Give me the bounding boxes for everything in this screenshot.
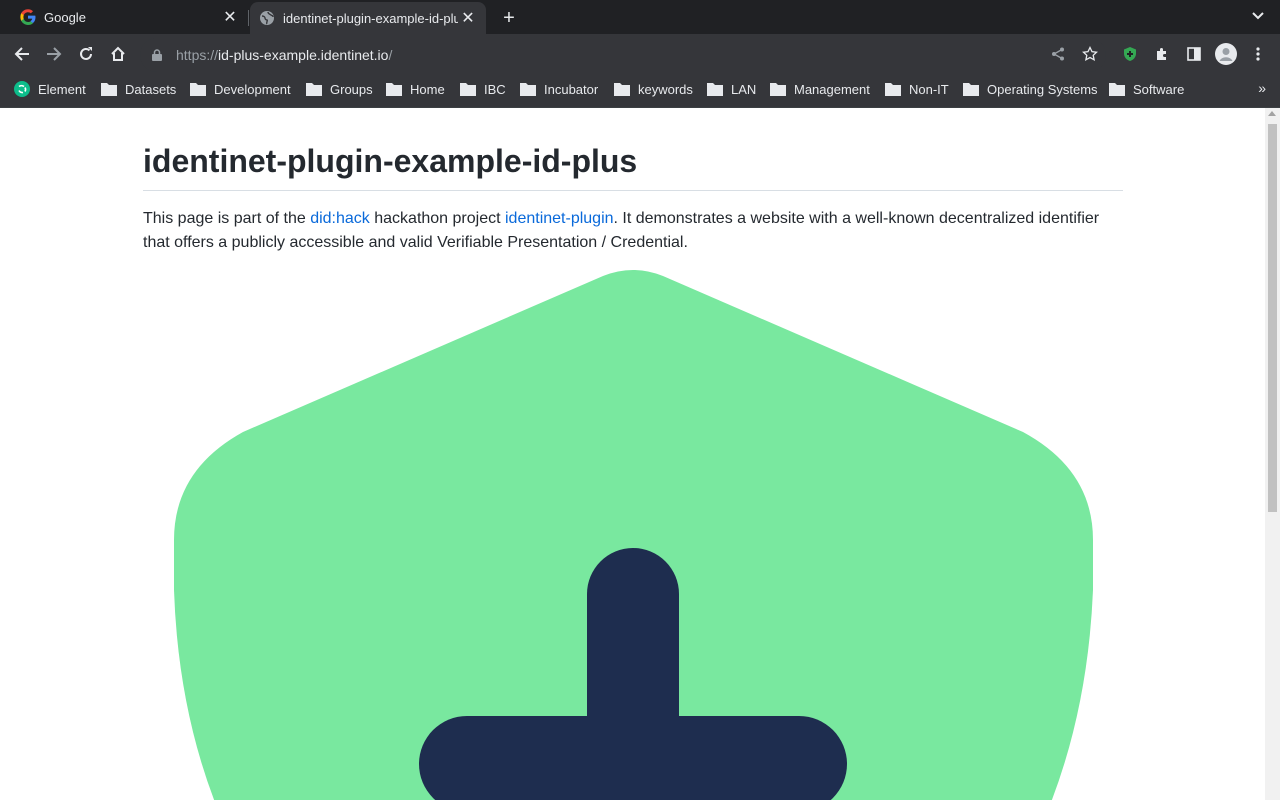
bookmark-label: Home [410,81,445,97]
close-tab-icon[interactable]: ✕ [458,8,478,28]
bookmark-label: Management [794,81,870,97]
bookmark-label: keywords [638,81,693,97]
bookmark-folder-incubator[interactable]: Incubator [520,74,598,104]
folder-icon [520,81,536,97]
intro-paragraph: This page is part of the did:hack hackat… [143,207,1123,255]
back-arrow-icon[interactable] [10,42,34,66]
page-viewport: identinet-plugin-example-id-plus This pa… [0,108,1265,800]
home-icon[interactable] [106,42,130,66]
bookmark-label: Non-IT [909,81,949,97]
folder-icon [386,81,402,97]
bookmark-label: Development [214,81,291,97]
bookmark-label: Incubator [544,81,599,97]
folder-icon [101,81,117,97]
profile-avatar-icon[interactable] [1214,42,1238,66]
intro-text: This page is part of the [143,210,311,227]
toolbar: https://id-plus-example.identinet.io/ [0,34,1280,74]
tab-identinet[interactable]: identinet-plugin-example-id-plus ✕ [250,2,486,34]
bookmark-label: Software [1133,81,1185,97]
more-bookmarks-chevron-icon[interactable]: » [1258,80,1266,96]
google-favicon-icon [20,9,36,25]
bookmark-folder-operating-systems[interactable]: Operating Systems [963,74,1098,104]
folder-icon [460,81,476,97]
reload-icon[interactable] [74,42,98,66]
folder-icon [963,81,979,97]
bookmark-label: Element [38,81,86,97]
new-tab-icon[interactable]: + [497,6,521,30]
bookmark-label: LAN [731,81,757,97]
lock-icon[interactable] [152,49,166,61]
id-plus-logo [143,270,1123,800]
heading-divider [143,190,1123,191]
bookmarks-bar: Element Datasets Development Groups Home… [0,74,1280,108]
share-icon[interactable] [1046,42,1070,66]
folder-icon [190,81,206,97]
bookmark-folder-groups[interactable]: Groups [306,74,373,104]
bookmark-folder-datasets[interactable]: Datasets [101,74,176,104]
globe-icon [259,10,275,26]
didhack-link[interactable]: did:hack [310,210,370,227]
shield-extension-icon[interactable] [1118,42,1142,66]
folder-icon [614,81,630,97]
bookmark-folder-lan[interactable]: LAN [707,74,756,104]
tab-google[interactable]: Google ✕ [8,0,248,34]
bookmark-label: IBC [484,81,506,97]
bookmark-label: Groups [330,81,373,97]
bookmark-folder-ibc[interactable]: IBC [460,74,506,104]
folder-icon [885,81,901,97]
address-bar[interactable]: https://id-plus-example.identinet.io/ [140,38,1106,72]
url-path: / [388,47,393,63]
folder-icon [707,81,723,97]
scroll-up-arrow-icon[interactable] [1268,111,1276,116]
bookmark-star-icon[interactable] [1078,42,1102,66]
bookmark-folder-keywords[interactable]: keywords [614,74,693,104]
bookmark-element[interactable]: Element [14,74,86,104]
tab-search-chevron-icon[interactable] [1250,8,1266,24]
bookmark-folder-home[interactable]: Home [386,74,445,104]
browser-chrome: Google ✕ identinet-plugin-example-id-plu… [0,0,1280,108]
id-plus-mark-horizontal [419,716,847,800]
bookmark-label: Operating Systems [987,81,1098,97]
bookmark-folder-management[interactable]: Management [770,74,870,104]
menu-kebab-icon[interactable] [1246,42,1270,66]
scrollbar-thumb[interactable] [1268,124,1277,512]
side-panel-icon[interactable] [1182,42,1206,66]
vertical-scrollbar[interactable] [1265,108,1280,800]
tab-separator [248,10,249,26]
folder-icon [306,81,322,97]
folder-icon [1109,81,1125,97]
bookmark-label: Datasets [125,81,177,97]
close-tab-icon[interactable]: ✕ [220,7,240,27]
tab-title: Google [44,9,86,25]
bookmark-folder-non-it[interactable]: Non-IT [885,74,949,104]
url-text: https://id-plus-example.identinet.io/ [176,47,392,63]
url-host: id-plus-example.identinet.io [218,47,389,63]
identinet-plugin-link[interactable]: identinet-plugin [505,210,614,227]
tab-title: identinet-plugin-example-id-plus [283,10,458,26]
page-title: identinet-plugin-example-id-plus [143,143,638,179]
intro-text: hackathon project [369,210,505,227]
url-scheme: https:// [176,47,219,63]
extensions-puzzle-icon[interactable] [1150,42,1174,66]
element-icon [14,81,30,97]
folder-icon [770,81,786,97]
bookmark-folder-development[interactable]: Development [190,74,291,104]
forward-arrow-icon[interactable] [42,42,66,66]
bookmark-folder-software[interactable]: Software [1109,74,1184,104]
tab-strip: Google ✕ identinet-plugin-example-id-plu… [0,0,1280,34]
